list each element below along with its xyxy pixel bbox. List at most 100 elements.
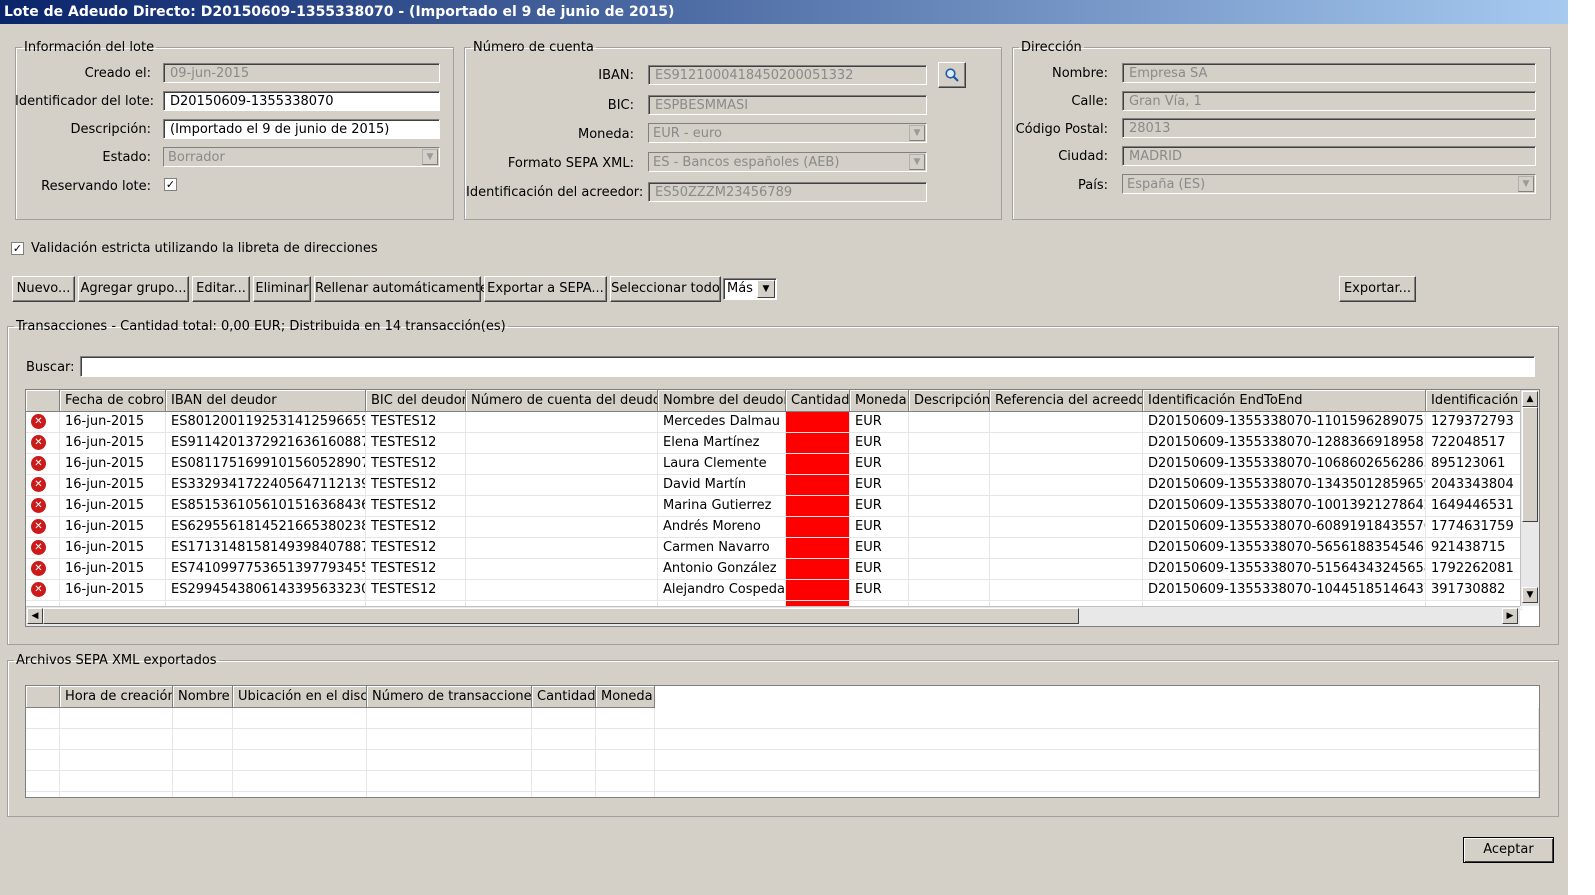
status-cell: ✕ [26,454,60,475]
bic-field: ESPBESMMASI [648,95,927,115]
column-header[interactable]: Nombre [173,686,233,708]
table-row[interactable]: ✕ 16-jun-2015 ES3329341722405647112139 TEST… [26,475,1522,496]
column-header[interactable]: Identificación EndToEnd [1143,390,1426,412]
exported-rows [26,708,1539,797]
table-cell [909,412,990,433]
strict-validation-checkbox[interactable]: ✓ [11,242,24,255]
iban-field: ES9121000418450200051332 [648,65,927,85]
table-row[interactable]: ✕ 16-jun-2015 ES6295561814521665380238 TEST… [26,517,1522,538]
table-cell: 16-jun-2015 [60,412,166,433]
column-header[interactable]: Identificación d [1426,390,1522,412]
table-cell [786,496,850,517]
more-select[interactable]: Más ▼ [723,278,777,300]
accept-button[interactable]: Aceptar [1463,837,1554,863]
table-cell [596,771,655,792]
table-row[interactable]: ✕ 16-jun-2015 ES2994543806143395633230 TEST… [26,580,1522,601]
new-button[interactable]: Nuevo... [12,276,75,302]
table-row[interactable]: ✕ 16-jun-2015 ES8012001192531412596659 TEST… [26,412,1522,433]
scroll-down-icon[interactable]: ▼ [1522,587,1538,603]
table-cell [26,750,60,771]
select-all-button[interactable]: Seleccionar todo [610,276,721,302]
scroll-up-icon[interactable]: ▲ [1522,391,1538,407]
table-cell [990,496,1143,517]
scroll-left-icon[interactable]: ◀ [27,608,43,624]
edit-button[interactable]: Editar... [192,276,250,302]
table-cell: D20150609-1355338070-56561883545467 [1143,538,1426,559]
table-cell [990,559,1143,580]
column-header[interactable]: Moneda [596,686,655,708]
table-cell [909,475,990,496]
description-field[interactable]: (Importado el 9 de junio de 2015) [163,119,440,139]
exported-table[interactable]: Hora de creación Nombre Ubicación en el … [25,685,1540,798]
search-input[interactable] [80,356,1535,377]
table-cell: 2043343804 [1426,475,1522,496]
table-cell: Alejandro Cospedal [658,580,786,601]
table-cell [26,771,60,792]
scroll-right-icon[interactable]: ▶ [1502,608,1518,624]
table-cell: TESTES12 [366,559,466,580]
column-header[interactable]: Referencia del acreedor [990,390,1143,412]
column-header[interactable]: Número de transacciones [367,686,532,708]
table-cell: D20150609-1355338070-11015962890757 [1143,412,1426,433]
delete-button[interactable]: Eliminar [253,276,311,302]
column-header[interactable] [26,390,60,412]
column-header[interactable]: IBAN del deudor [166,390,366,412]
column-header[interactable]: Cantidad [532,686,596,708]
table-row[interactable]: ✕ 16-jun-2015 ES7410997753651397793455 TEST… [26,559,1522,580]
table-row[interactable]: ✕ 16-jun-2015 ES8515361056101516368436 TEST… [26,496,1522,517]
horizontal-scrollbar[interactable]: ◀ ▶ [26,606,1520,626]
chevron-down-icon: ▼ [1518,176,1534,192]
export-sepa-button[interactable]: Exportar a SEPA... [484,276,607,302]
column-header[interactable] [26,686,60,708]
table-row[interactable]: ✕ 16-jun-2015 ES0811751699101560528907 TEST… [26,454,1522,475]
table-row[interactable]: ✕ 16-jun-2015 ES1713148158149398407887 TEST… [26,538,1522,559]
table-cell: ES1713148158149398407887 [166,538,366,559]
table-cell: 391730882 [1426,580,1522,601]
table-cell: EUR [850,517,909,538]
empty-row [26,771,1539,792]
table-cell [655,792,1539,797]
table-cell [532,771,596,792]
export-button[interactable]: Exportar... [1339,276,1416,302]
table-cell: ES9114201372921636160887 [166,433,366,454]
transactions-table[interactable]: Fecha de cobro IBAN del deudor BIC del d… [25,389,1540,627]
column-header[interactable]: Ubicación en el disco [233,686,367,708]
column-header[interactable]: Descripción [909,390,990,412]
column-header[interactable]: Nombre del deudor [658,390,786,412]
search-label: Buscar: [26,360,75,375]
status-cell: ✕ [26,475,60,496]
table-row[interactable]: ✕ 16-jun-2015 ES9114201372921636160887 TEST… [26,433,1522,454]
add-group-button[interactable]: Agregar grupo... [78,276,189,302]
table-cell [909,454,990,475]
table-cell: EUR [850,475,909,496]
lote-id-field[interactable]: D20150609-1355338070 [163,91,440,111]
table-cell: EUR [850,580,909,601]
table-cell: EUR [850,559,909,580]
reserve-checkbox[interactable]: ✓ [164,178,177,191]
scroll-thumb[interactable] [1522,407,1538,522]
vertical-scrollbar[interactable]: ▲ ▼ [1520,390,1539,606]
reserve-label: Reservando lote: [41,179,151,194]
table-cell [786,538,850,559]
table-cell [466,412,658,433]
table-cell [466,433,658,454]
scroll-thumb[interactable] [43,608,1079,624]
table-cell: Antonio González [658,559,786,580]
column-header[interactable]: Hora de creación [60,686,173,708]
column-header[interactable]: Número de cuenta del deudor [466,390,658,412]
table-cell: ES8012001192531412596659 [166,412,366,433]
currency-label: Moneda: [577,127,634,142]
column-header[interactable]: BIC del deudor [366,390,466,412]
column-header[interactable]: Moneda [850,390,909,412]
table-cell: 16-jun-2015 [60,475,166,496]
autofill-button[interactable]: Rellenar automáticamente [314,276,488,302]
table-cell [60,792,173,797]
iban-search-button[interactable] [938,62,966,88]
zip-field: 28013 [1122,118,1536,138]
table-cell [532,750,596,771]
table-cell: D20150609-1355338070-51564343245658 [1143,559,1426,580]
column-header[interactable]: Cantidad [786,390,850,412]
column-header[interactable]: Fecha de cobro [60,390,166,412]
table-cell [173,729,233,750]
error-icon: ✕ [31,477,46,492]
